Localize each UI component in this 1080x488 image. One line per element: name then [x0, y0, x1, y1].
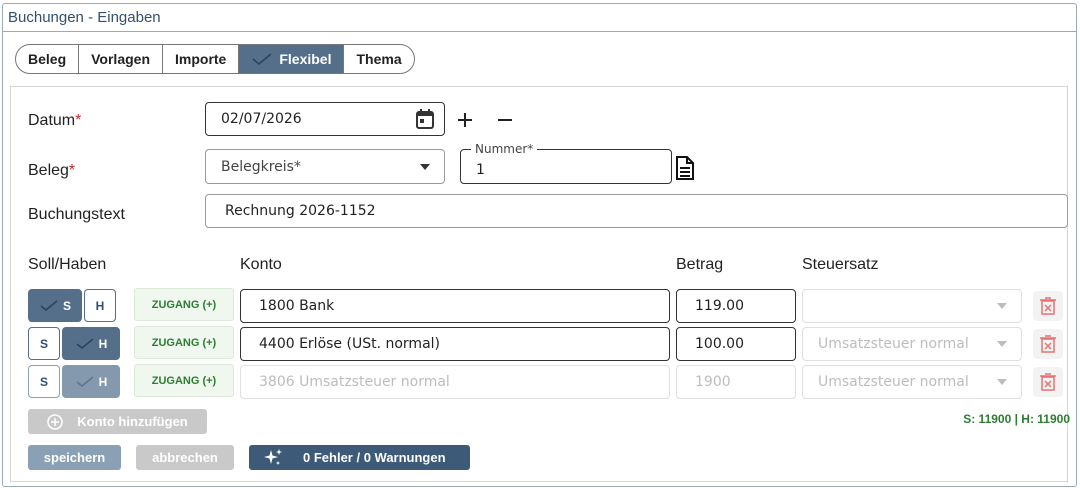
- check-icon: [252, 53, 272, 66]
- tab-beleg[interactable]: Beleg: [16, 45, 80, 73]
- window-title: Buchungen - Eingaben: [3, 4, 1076, 32]
- konto-input[interactable]: 1800 Bank: [240, 289, 670, 323]
- save-button[interactable]: speichern: [28, 445, 121, 470]
- column-header-betrag: Betrag: [676, 256, 724, 273]
- nummer-input[interactable]: Nummer* 1: [460, 142, 672, 184]
- delete-row-icon[interactable]: [1033, 291, 1063, 321]
- steuersatz-select: Umsatzsteuer normal: [802, 365, 1022, 399]
- soll-button[interactable]: S: [28, 365, 60, 398]
- check-icon: [40, 299, 58, 311]
- dropdown-arrow-icon: [420, 163, 430, 170]
- zugang-badge[interactable]: ZUGANG (+): [134, 326, 234, 359]
- steuersatz-select[interactable]: [802, 289, 1022, 323]
- soll-haben-toggle: S H: [28, 289, 116, 322]
- konto-input[interactable]: 4400 Erlöse (USt. normal): [240, 327, 670, 361]
- soll-button[interactable]: S: [28, 327, 60, 360]
- sparkle-icon: [264, 448, 282, 465]
- datum-label: Datum*: [28, 112, 82, 129]
- column-header-steuersatz: Steuersatz: [802, 256, 879, 273]
- soll-haben-totals: S: 11900 | H: 11900: [963, 412, 1070, 426]
- buchungstext-label: Buchungstext: [28, 206, 125, 223]
- betrag-input: 1900: [676, 365, 796, 399]
- nummer-label: Nummer*: [471, 142, 538, 156]
- soll-haben-toggle: S H: [28, 365, 120, 398]
- check-icon: [76, 375, 94, 387]
- delete-row-icon[interactable]: [1033, 367, 1063, 397]
- haben-button[interactable]: H: [84, 289, 116, 322]
- zugang-badge: ZUGANG (+): [134, 364, 234, 397]
- validation-status-button[interactable]: 0 Fehler / 0 Warnungen: [249, 445, 470, 470]
- steuersatz-select[interactable]: Umsatzsteuer normal: [802, 327, 1022, 361]
- minus-icon[interactable]: [496, 110, 514, 130]
- soll-button[interactable]: S: [28, 289, 82, 322]
- tab-flexibel[interactable]: Flexibel: [239, 45, 345, 73]
- column-header-konto: Konto: [240, 256, 282, 273]
- add-konto-button[interactable]: Konto hinzufügen: [28, 409, 207, 434]
- belegkreis-select[interactable]: Belegkreis*: [205, 149, 445, 184]
- haben-button[interactable]: H: [62, 327, 120, 360]
- buchungstext-input[interactable]: Rechnung 2026-1152: [205, 194, 1068, 228]
- cancel-button[interactable]: abbrechen: [136, 445, 234, 470]
- tab-importe[interactable]: Importe: [163, 45, 240, 73]
- column-header-soll-haben: Soll/Haben: [28, 256, 107, 273]
- tab-bar: Beleg Vorlagen Importe Flexibel Thema: [15, 44, 415, 74]
- zugang-badge[interactable]: ZUGANG (+): [134, 288, 234, 321]
- plus-circle-icon: [47, 413, 64, 430]
- calendar-icon[interactable]: [416, 109, 434, 129]
- tab-vorlagen[interactable]: Vorlagen: [79, 45, 163, 73]
- dropdown-arrow-icon: [997, 379, 1007, 385]
- datum-input[interactable]: 02/07/2026: [205, 102, 445, 136]
- haben-button[interactable]: H: [62, 365, 120, 398]
- soll-haben-toggle: S H: [28, 327, 120, 360]
- betrag-input[interactable]: 100.00: [676, 327, 796, 361]
- delete-row-icon[interactable]: [1033, 329, 1063, 359]
- plus-icon[interactable]: [456, 110, 474, 130]
- dropdown-arrow-icon: [997, 303, 1007, 309]
- konto-input: 3806 Umsatzsteuer normal: [240, 365, 670, 399]
- document-icon[interactable]: [674, 155, 696, 181]
- check-icon: [76, 337, 94, 349]
- beleg-label: Beleg*: [28, 162, 76, 179]
- tab-thema[interactable]: Thema: [344, 45, 413, 73]
- dropdown-arrow-icon: [997, 341, 1007, 347]
- betrag-input[interactable]: 119.00: [676, 289, 796, 323]
